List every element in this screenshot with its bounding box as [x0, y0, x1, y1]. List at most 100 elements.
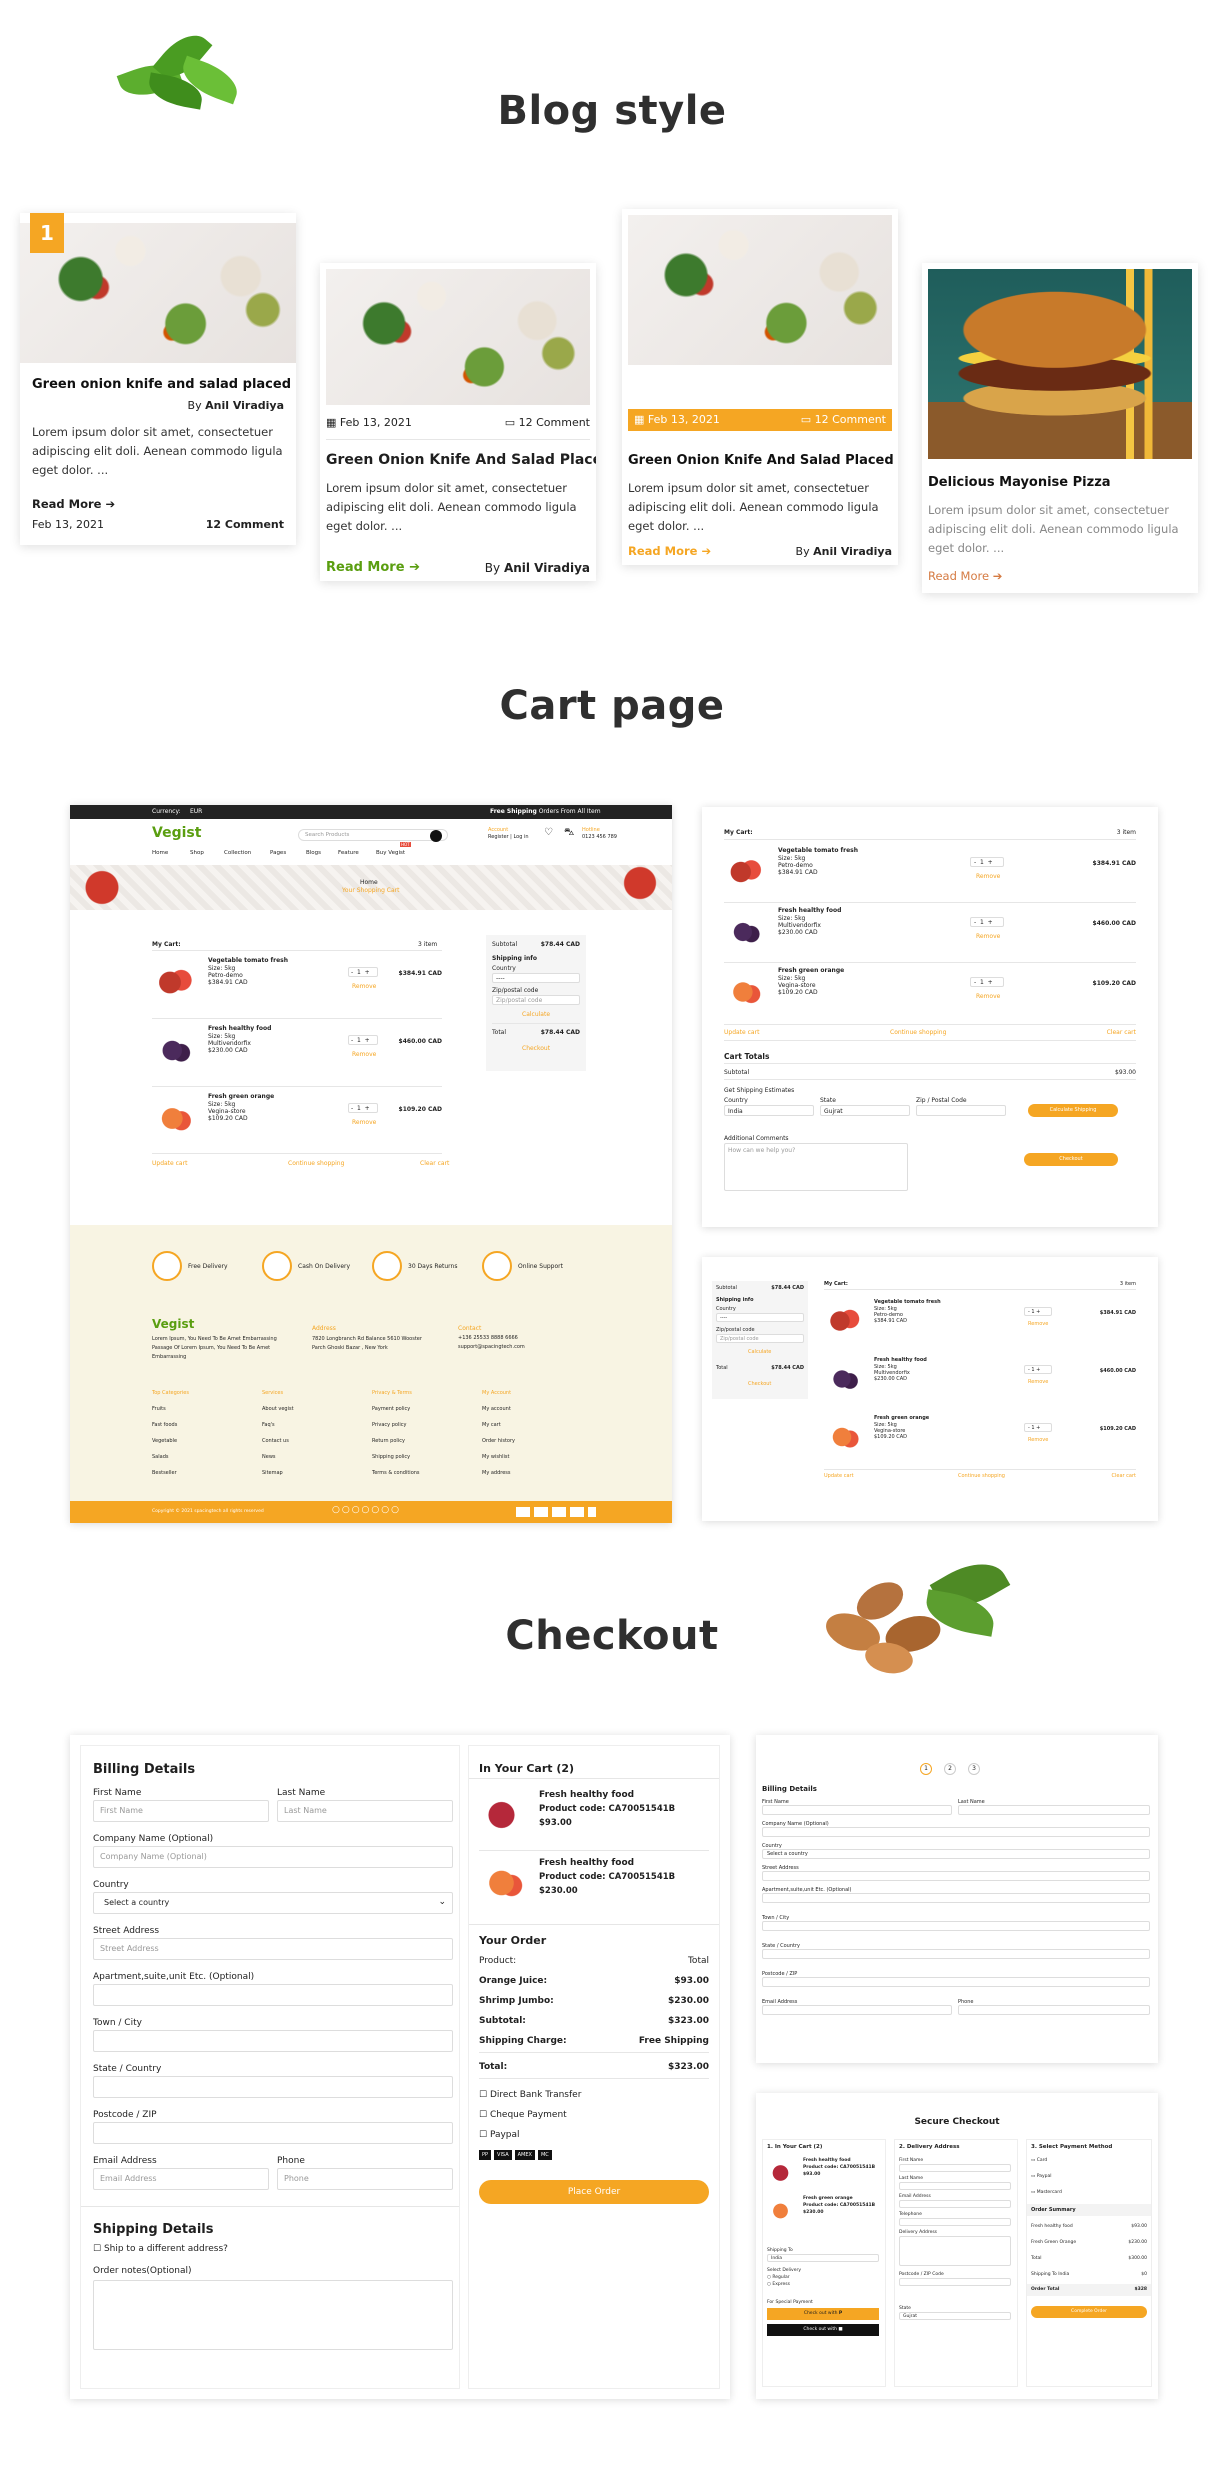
footer-link[interactable]: About vegist — [262, 1401, 362, 1417]
nav-feature[interactable]: Feature — [338, 850, 359, 856]
footer-link[interactable]: Contact us — [262, 1433, 362, 1449]
currency-select[interactable]: EUR — [190, 808, 202, 815]
contact-email[interactable]: support@spacingtech.com — [458, 1344, 525, 1350]
email-input[interactable] — [899, 2200, 1011, 2208]
first-name-input[interactable] — [762, 1805, 952, 1815]
place-order-button[interactable]: Place Order — [479, 2180, 709, 2204]
ship-different-checkbox[interactable]: ☐ Ship to a different address? — [93, 2244, 228, 2254]
remove-link[interactable]: Remove — [976, 873, 1000, 880]
postcode-input[interactable] — [93, 2122, 453, 2144]
blog-card-3[interactable]: ▦ Feb 13, 2021 ▭ 12 Comment Green Onion … — [622, 209, 898, 565]
apartment-input[interactable] — [762, 1893, 1150, 1903]
footer-link[interactable]: Shipping policy — [372, 1449, 472, 1465]
item-name[interactable]: Fresh green orange — [803, 2196, 853, 2201]
wishlist-icon[interactable]: ♡ — [544, 827, 553, 838]
footer-link[interactable]: Order history — [482, 1433, 582, 1449]
checkout-with-button[interactable]: Check out with ■ — [767, 2324, 879, 2336]
payment-option-cheque[interactable]: ☐ Cheque Payment — [479, 2110, 567, 2120]
footer-link[interactable]: Salads — [152, 1449, 252, 1465]
footer-link[interactable]: My address — [482, 1465, 582, 1481]
remove-link[interactable]: Remove — [352, 1051, 376, 1058]
clear-cart-link[interactable]: Clear cart — [420, 1160, 449, 1167]
delivery-regular[interactable]: ○ Regular — [767, 2275, 790, 2280]
last-name-input[interactable] — [958, 1805, 1150, 1815]
town-input[interactable] — [762, 1921, 1150, 1931]
blog-title[interactable]: Green Onion Knife And Salad Placed — [628, 453, 894, 468]
step-3[interactable]: 3 — [968, 1763, 980, 1775]
telephone-input[interactable] — [899, 2218, 1011, 2226]
nav-collection[interactable]: Collection — [224, 850, 251, 856]
last-name-input[interactable] — [899, 2182, 1011, 2190]
payment-option-paypal[interactable]: ☐ Paypal — [479, 2130, 520, 2140]
email-input[interactable]: Email Address — [93, 2168, 269, 2190]
state-select[interactable]: Gujrat — [820, 1105, 910, 1116]
town-input[interactable] — [93, 2030, 453, 2052]
footer-logo[interactable]: Vegist — [152, 1317, 194, 1331]
blog-card-2[interactable]: ▦ Feb 13, 2021 ▭ 12 Comment Green Onion … — [320, 263, 596, 581]
nav-shop[interactable]: Shop — [190, 850, 204, 856]
item-name[interactable]: Fresh healthy food — [208, 1025, 271, 1032]
read-more-link[interactable]: Read More ➔ — [928, 569, 1002, 583]
footer-link[interactable]: Fruits — [152, 1401, 252, 1417]
account-label[interactable]: Account — [488, 827, 508, 833]
blog-card-4[interactable]: Delicious Mayonise Pizza Lorem ipsum dol… — [922, 263, 1198, 593]
step-1[interactable]: 1 — [920, 1763, 932, 1775]
social-icons[interactable]: ○○○○○○○ — [332, 1505, 401, 1515]
state-input[interactable] — [762, 1949, 1150, 1959]
continue-shopping-link[interactable]: Continue shopping — [890, 1029, 946, 1036]
ship-to-select[interactable]: India — [767, 2254, 879, 2262]
delivery-address-textarea[interactable] — [899, 2236, 1011, 2266]
item-name[interactable]: Fresh green orange — [874, 1415, 929, 1421]
calculate-button[interactable]: Calculate — [748, 1349, 771, 1355]
continue-shopping-link[interactable]: Continue shopping — [958, 1473, 1005, 1479]
calculate-shipping-button[interactable]: Calculate Shipping — [1028, 1104, 1118, 1117]
nav-buy[interactable]: Buy Vegist — [376, 850, 405, 856]
search-input[interactable]: Search Products — [298, 829, 448, 841]
zip-input[interactable]: Zip/postal code — [716, 1334, 804, 1343]
country-select[interactable]: ---- — [492, 973, 580, 983]
footer-link[interactable]: Fast foods — [152, 1417, 252, 1433]
zip-input[interactable]: Zip/postal code — [492, 995, 580, 1005]
delivery-express[interactable]: ○ Express — [767, 2282, 790, 2287]
checkout-button[interactable]: Checkout — [748, 1381, 771, 1387]
checkout-button[interactable]: Checkout — [1024, 1153, 1118, 1166]
contact-phone[interactable]: +136 25533 8888 6666 — [458, 1335, 518, 1341]
footer-link[interactable]: Privacy policy — [372, 1417, 472, 1433]
checkout-button[interactable]: Checkout — [522, 1045, 550, 1052]
quantity-stepper[interactable]: - 1 + — [970, 917, 1004, 927]
item-name[interactable]: Fresh green orange — [208, 1093, 274, 1100]
quantity-stepper[interactable]: - 1 + — [1024, 1423, 1052, 1432]
breadcrumb-home[interactable]: Home — [360, 879, 378, 886]
state-select[interactable]: Gujrat — [899, 2312, 1011, 2320]
read-more-link[interactable]: Read More ➔ — [326, 560, 420, 575]
first-name-input[interactable] — [899, 2164, 1011, 2172]
cart-item-name[interactable]: Fresh healthy food — [539, 1858, 634, 1868]
blog-title[interactable]: Green Onion Knife And Salad Placed — [326, 452, 596, 468]
apartment-input[interactable] — [93, 1984, 453, 2006]
nav-pages[interactable]: Pages — [270, 850, 286, 856]
company-input[interactable]: Company Name (Optional) — [93, 1846, 453, 1868]
remove-link[interactable]: Remove — [352, 983, 376, 990]
blog-card-1[interactable]: 1 Green onion knife and salad placed By … — [20, 213, 296, 545]
update-cart-link[interactable]: Update cart — [152, 1160, 187, 1167]
pay-method-mastercard[interactable]: ▭ Mastercard — [1031, 2190, 1062, 2195]
first-name-input[interactable]: First Name — [93, 1800, 269, 1822]
nav-home[interactable]: Home — [152, 850, 168, 856]
street-input[interactable] — [762, 1871, 1150, 1881]
remove-link[interactable]: Remove — [1028, 1379, 1048, 1385]
quantity-stepper[interactable]: - 1 + — [348, 1103, 378, 1113]
country-select[interactable]: Select a country ⌄ — [93, 1892, 453, 1914]
company-input[interactable] — [762, 1827, 1150, 1837]
footer-link[interactable]: Return policy — [372, 1433, 472, 1449]
item-name[interactable]: Fresh healthy food — [778, 907, 841, 914]
postcode-input[interactable] — [899, 2278, 1011, 2286]
phone-input[interactable] — [958, 2005, 1150, 2015]
item-name[interactable]: Vegetable tomato fresh — [208, 957, 288, 964]
country-select[interactable]: ---- — [716, 1313, 804, 1322]
quantity-stepper[interactable]: - 1 + — [348, 1035, 378, 1045]
footer-link[interactable]: My wishlist — [482, 1449, 582, 1465]
item-name[interactable]: Fresh healthy food — [803, 2158, 851, 2163]
footer-link[interactable]: News — [262, 1449, 362, 1465]
remove-link[interactable]: Remove — [1028, 1321, 1048, 1327]
blog-title[interactable]: Delicious Mayonise Pizza — [928, 475, 1111, 490]
